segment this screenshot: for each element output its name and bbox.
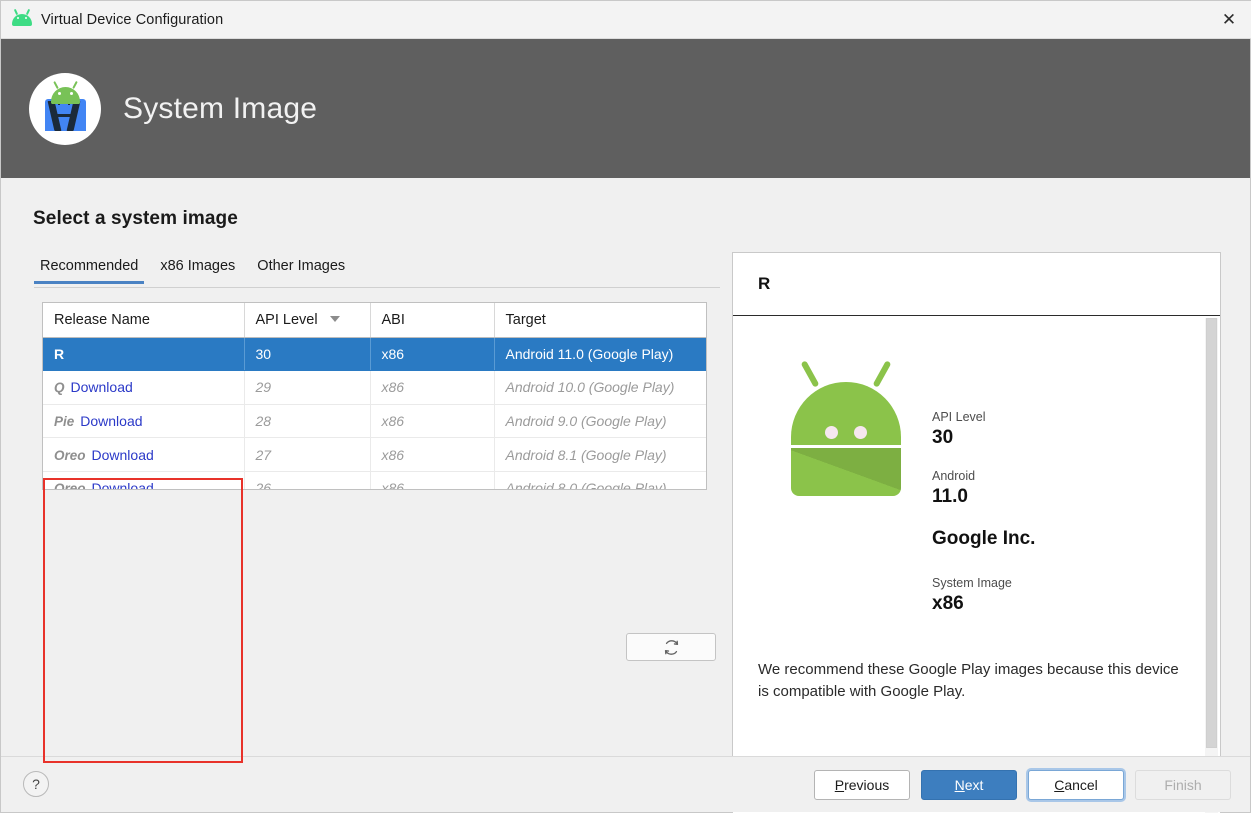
virtual-device-configuration-dialog: Virtual Device Configuration ✕ System Im… bbox=[0, 0, 1251, 813]
cell-target: Android 10.0 (Google Play) bbox=[494, 370, 706, 405]
android-logo-icon bbox=[12, 10, 32, 30]
table-row[interactable]: Oreo Download 26 x86 Android 8.0 (Google… bbox=[43, 471, 706, 490]
detail-specs: API Level 30 Android 11.0 Google Inc. Sy… bbox=[932, 410, 1182, 635]
column-header-target[interactable]: Target bbox=[494, 303, 706, 338]
annotation-highlight-rectangle bbox=[43, 478, 243, 763]
cell-release-name: Oreo Download bbox=[43, 437, 245, 472]
table-row[interactable]: R 30 x86 Android 11.0 (Google Play) bbox=[43, 337, 706, 372]
cell-target: Android 11.0 (Google Play) bbox=[494, 337, 706, 372]
window-titlebar: Virtual Device Configuration ✕ bbox=[1, 1, 1251, 39]
tab-x86-images[interactable]: x86 Images bbox=[154, 258, 241, 283]
tab-recommended[interactable]: Recommended bbox=[34, 258, 145, 284]
download-link[interactable]: Download bbox=[80, 413, 142, 429]
cell-api-level: 26 bbox=[244, 471, 371, 489]
cell-release-name: Q Download bbox=[43, 370, 245, 405]
previous-button-label: revious bbox=[844, 777, 890, 793]
android-robot-icon bbox=[785, 360, 907, 496]
release-name-label: Pie bbox=[54, 413, 75, 429]
download-link[interactable]: Download bbox=[71, 379, 133, 395]
cell-abi: x86 bbox=[370, 337, 495, 372]
release-name-label: Oreo bbox=[54, 481, 86, 490]
cell-abi: x86 bbox=[370, 370, 495, 405]
cancel-button-label: ancel bbox=[1064, 777, 1098, 793]
cancel-button[interactable]: Cancel bbox=[1028, 770, 1124, 800]
cell-release-name: Oreo Download bbox=[43, 471, 245, 490]
cell-abi: x86 bbox=[370, 471, 495, 489]
dialog-body: Select a system image Recommended x86 Im… bbox=[1, 178, 1250, 813]
refresh-icon bbox=[664, 639, 678, 655]
api-level-value: 30 bbox=[932, 427, 954, 448]
table-row[interactable]: Pie Download 28 x86 Android 9.0 (Google … bbox=[43, 404, 706, 439]
scrollbar-thumb[interactable] bbox=[1206, 318, 1217, 748]
cell-abi: x86 bbox=[370, 437, 495, 472]
cell-target: Android 8.1 (Google Play) bbox=[494, 437, 706, 472]
dialog-footer: ? Previous Next Cancel Finish bbox=[1, 756, 1250, 812]
cell-api-level: 28 bbox=[244, 404, 371, 439]
cell-target: Android 8.0 (Google Play) bbox=[494, 471, 706, 489]
system-image-detail-panel: R API Level 30 Android 11.0 Google Inc. … bbox=[732, 252, 1221, 813]
android-version-value: 11.0 bbox=[932, 486, 968, 507]
sort-descending-icon bbox=[329, 315, 340, 322]
section-title: Select a system image bbox=[33, 208, 238, 229]
cell-api-level: 30 bbox=[244, 337, 371, 372]
finish-button: Finish bbox=[1135, 770, 1231, 800]
next-button[interactable]: Next bbox=[921, 770, 1017, 800]
window-title: Virtual Device Configuration bbox=[41, 11, 224, 28]
cell-target: Android 9.0 (Google Play) bbox=[494, 404, 706, 439]
table-header-row: Release Name API Level ABI Target bbox=[43, 303, 706, 338]
cell-release-name: R bbox=[43, 337, 245, 372]
api-level-label: API Level bbox=[932, 410, 986, 424]
finish-button-label: Finish bbox=[1164, 777, 1202, 793]
next-button-mnemonic: N bbox=[954, 777, 965, 793]
download-link[interactable]: Download bbox=[92, 480, 154, 489]
cell-api-level: 29 bbox=[244, 370, 371, 405]
close-icon[interactable]: ✕ bbox=[1206, 1, 1251, 38]
table-body: R 30 x86 Android 11.0 (Google Play) Q Do… bbox=[43, 337, 706, 490]
tab-other-images[interactable]: Other Images bbox=[251, 258, 351, 283]
page-title: System Image bbox=[123, 91, 318, 125]
cell-abi: x86 bbox=[370, 404, 495, 439]
detail-title: R bbox=[733, 253, 1220, 316]
recommendation-text: We recommend these Google Play images be… bbox=[758, 661, 1179, 700]
vendor-value: Google Inc. bbox=[932, 528, 1036, 549]
image-source-tabs: Recommended x86 Images Other Images bbox=[34, 258, 720, 288]
dialog-header: System Image bbox=[1, 39, 1250, 178]
system-image-label: System Image bbox=[932, 576, 1012, 590]
release-name-label: Q bbox=[54, 380, 65, 396]
cell-release-name: Pie Download bbox=[43, 404, 245, 439]
android-studio-logo-icon bbox=[29, 72, 101, 145]
cancel-button-mnemonic: C bbox=[1054, 777, 1065, 793]
dialog-button-row: Previous Next Cancel Finish bbox=[814, 770, 1231, 800]
detail-content: API Level 30 Android 11.0 Google Inc. Sy… bbox=[733, 316, 1220, 813]
table-row[interactable]: Oreo Download 27 x86 Android 8.1 (Google… bbox=[43, 437, 706, 472]
cell-api-level: 27 bbox=[244, 437, 371, 472]
previous-button-mnemonic: P bbox=[834, 777, 845, 793]
system-image-table[interactable]: Release Name API Level ABI Target R 30 x… bbox=[42, 302, 707, 490]
column-header-api-level[interactable]: API Level bbox=[244, 303, 371, 338]
download-link[interactable]: Download bbox=[92, 447, 154, 463]
release-name-label: Oreo bbox=[54, 447, 86, 463]
column-header-release-name[interactable]: Release Name bbox=[43, 303, 245, 338]
android-version-label: Android bbox=[932, 469, 976, 483]
help-button[interactable]: ? bbox=[23, 771, 49, 797]
detail-panel-scrollbar[interactable] bbox=[1205, 318, 1218, 813]
system-image-value: x86 bbox=[932, 593, 964, 614]
table-row[interactable]: Q Download 29 x86 Android 10.0 (Google P… bbox=[43, 370, 706, 405]
refresh-button[interactable] bbox=[626, 633, 716, 661]
previous-button[interactable]: Previous bbox=[814, 770, 910, 800]
next-button-label: ext bbox=[964, 777, 984, 793]
column-header-abi[interactable]: ABI bbox=[370, 303, 495, 338]
